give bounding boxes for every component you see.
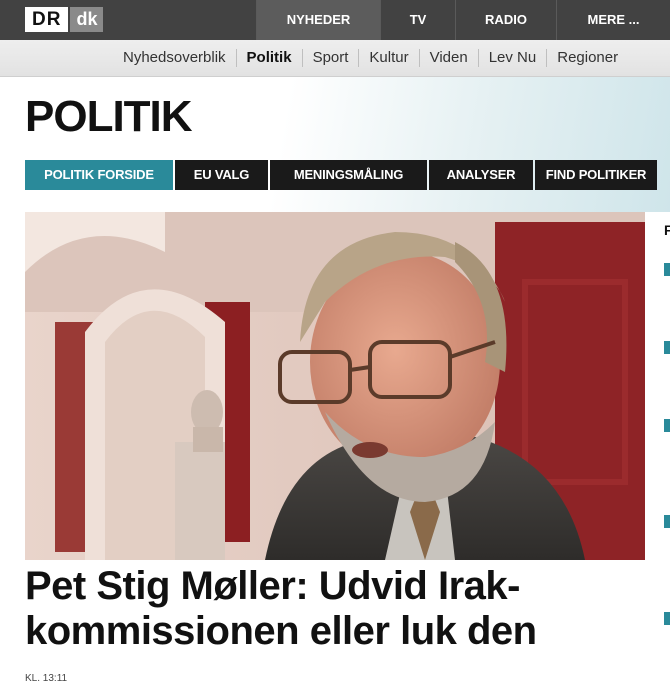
- sidebar-bullet: [664, 612, 670, 625]
- logo-dr-text: DR: [25, 7, 69, 32]
- sidebar-bullet: [664, 515, 670, 528]
- secondary-nav: Nyhedsoverblik Politik Sport Kultur Vide…: [0, 40, 670, 77]
- top-bar: DR dk NYHEDER TV RADIO MERE ...: [0, 0, 670, 40]
- article-headline[interactable]: Pet Stig Møller: Udvid Irak-kommissionen…: [25, 564, 645, 654]
- subnav-nyhedsoverblik[interactable]: Nyhedsoverblik: [123, 49, 236, 67]
- logo-dk-text: dk: [70, 7, 104, 32]
- main-nav: NYHEDER TV RADIO MERE ...: [256, 0, 670, 40]
- tab-politik-forside[interactable]: POLITIK FORSIDE: [25, 160, 173, 190]
- nav-tv[interactable]: TV: [380, 0, 455, 40]
- subnav-kultur[interactable]: Kultur: [358, 49, 418, 67]
- dr-logo[interactable]: DR dk: [25, 7, 104, 32]
- sidebar-bullet: [664, 263, 670, 276]
- sidebar-heading-fragment: F: [664, 222, 670, 238]
- hero-photo: [25, 212, 645, 560]
- subnav-regioner[interactable]: Regioner: [546, 49, 628, 67]
- subnav-lev-nu[interactable]: Lev Nu: [477, 49, 547, 67]
- sidebar-bullet: [664, 341, 670, 354]
- nav-radio[interactable]: RADIO: [455, 0, 556, 40]
- nav-nyheder[interactable]: NYHEDER: [256, 0, 380, 40]
- tab-eu-valg[interactable]: EU VALG: [175, 160, 268, 190]
- article-hero-image[interactable]: [25, 212, 645, 560]
- subnav-politik[interactable]: Politik: [235, 49, 302, 67]
- sidebar-bullet: [664, 419, 670, 432]
- tab-analyser[interactable]: ANALYSER: [429, 160, 533, 190]
- article-timestamp: KL. 13:11: [25, 673, 68, 684]
- page-title: POLITIK: [25, 92, 193, 141]
- nav-mere[interactable]: MERE ...: [556, 0, 670, 40]
- tab-meningsmaaling[interactable]: MENINGSMÅLING: [270, 160, 427, 190]
- subnav-viden[interactable]: Viden: [418, 49, 478, 67]
- subnav-sport[interactable]: Sport: [301, 49, 359, 67]
- tab-find-politiker[interactable]: FIND POLITIKER: [535, 160, 657, 190]
- section-tabs: POLITIK FORSIDE EU VALG MENINGSMÅLING AN…: [25, 160, 657, 190]
